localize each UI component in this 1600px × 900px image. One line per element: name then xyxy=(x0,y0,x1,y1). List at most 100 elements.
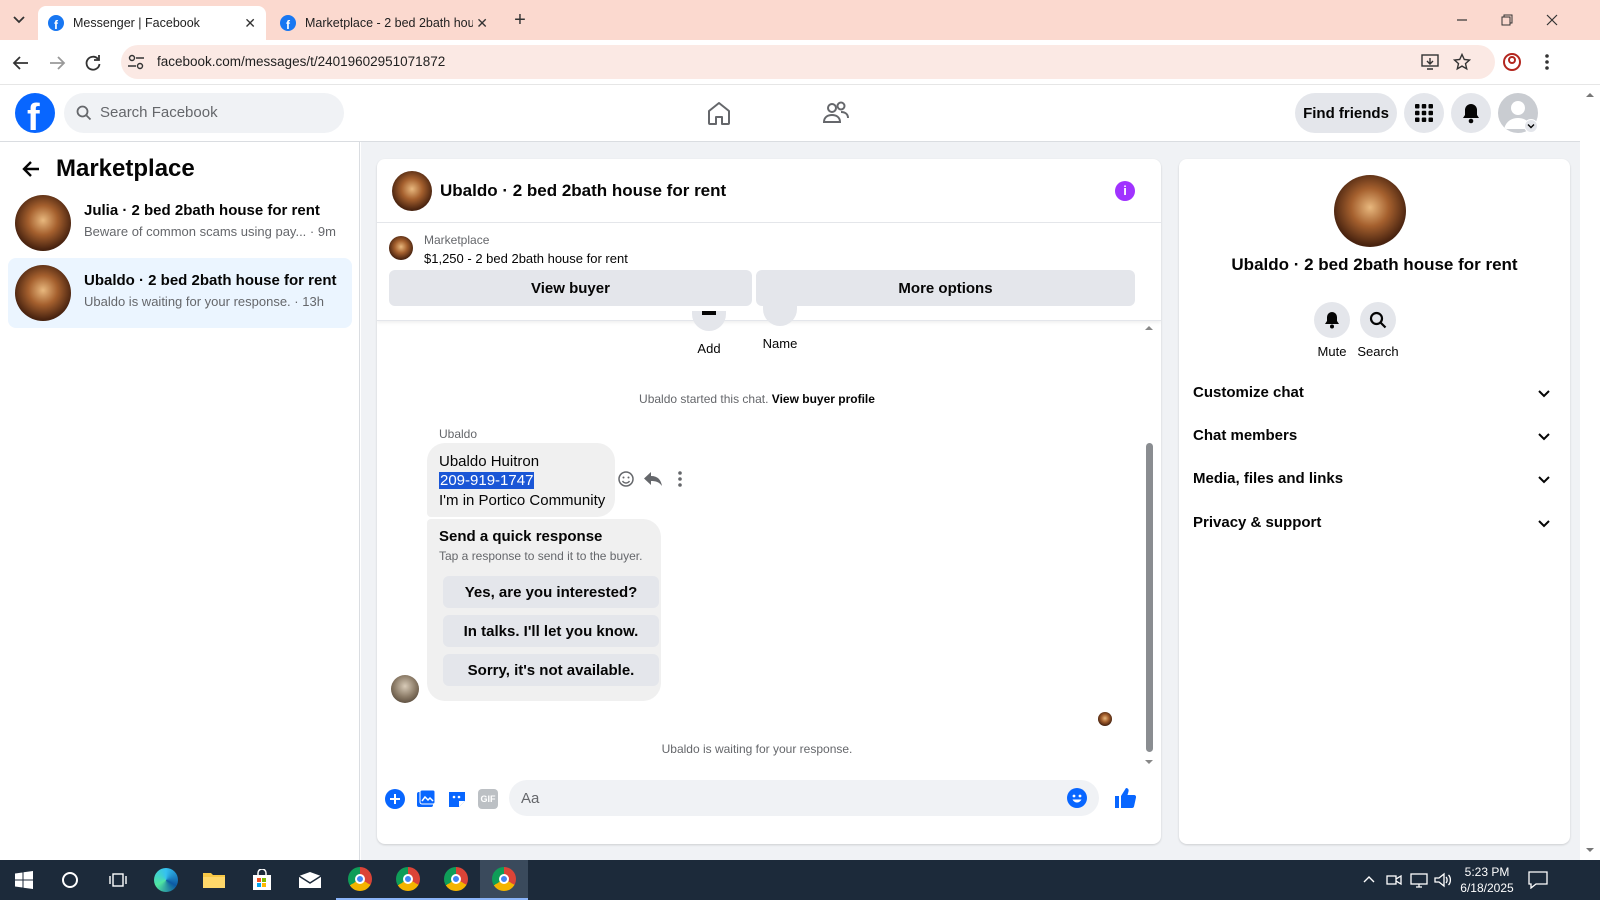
start-button[interactable] xyxy=(0,860,48,900)
task-view-button[interactable] xyxy=(94,860,142,900)
reload-button[interactable] xyxy=(82,52,104,74)
section-media-files-links[interactable]: Media, files and links xyxy=(1193,470,1555,487)
quick-response-label: In talks. I'll let you know. xyxy=(463,622,639,640)
quick-response-title: Send a quick response xyxy=(439,528,603,545)
tab-list-button[interactable] xyxy=(8,10,30,30)
attach-photo-icon[interactable] xyxy=(416,789,436,809)
more-options-button[interactable]: More options xyxy=(756,270,1135,306)
close-tab-icon[interactable]: ✕ xyxy=(476,15,488,32)
chat-scrollbar[interactable] xyxy=(1141,321,1157,769)
mail-app[interactable] xyxy=(286,860,334,900)
browser-menu-icon[interactable] xyxy=(1544,52,1550,72)
home-icon[interactable] xyxy=(706,100,732,126)
chrome-app-2[interactable] xyxy=(384,860,432,900)
task-view-icon xyxy=(109,873,127,887)
more-actions-plus-icon[interactable] xyxy=(385,789,405,809)
edge-icon xyxy=(154,868,178,892)
close-window-button[interactable] xyxy=(1542,10,1562,30)
section-label: Privacy & support xyxy=(1193,514,1322,531)
message-line: I'm in Portico Community xyxy=(439,492,606,509)
page-scrollbar[interactable] xyxy=(1580,85,1600,860)
notifications-button[interactable] xyxy=(1451,93,1491,133)
quick-response-button[interactable]: Sorry, it's not available. xyxy=(443,654,659,686)
tab-title: Messenger | Facebook xyxy=(73,16,200,30)
windows-logo-icon xyxy=(15,871,33,889)
reply-icon[interactable] xyxy=(643,470,663,488)
volume-icon[interactable] xyxy=(1434,872,1452,888)
info-avatar xyxy=(1334,175,1406,247)
tab-messenger[interactable]: f Messenger | Facebook ✕ xyxy=(38,6,266,40)
add-action[interactable]: Add xyxy=(687,304,731,356)
section-chat-members[interactable]: Chat members xyxy=(1193,427,1555,444)
conversation-item[interactable]: Julia · 2 bed 2bath house for rent Bewar… xyxy=(8,188,352,258)
section-privacy-support[interactable]: Privacy & support xyxy=(1193,514,1555,531)
profile-icon[interactable] xyxy=(1502,52,1522,72)
find-friends-button[interactable]: Find friends xyxy=(1295,93,1397,133)
mute-label: Mute xyxy=(1317,344,1347,359)
friends-icon[interactable] xyxy=(822,100,850,126)
chrome-app-active[interactable] xyxy=(480,860,528,900)
search-label: Search xyxy=(1357,344,1399,359)
info-title: Ubaldo · 2 bed 2bath house for rent xyxy=(1231,255,1518,274)
conversation-item-selected[interactable]: Ubaldo · 2 bed 2bath house for rent Ubal… xyxy=(8,258,352,328)
account-chevron-icon[interactable] xyxy=(1524,119,1538,133)
back-arrow-icon[interactable] xyxy=(20,158,42,180)
chevron-down-icon xyxy=(1538,520,1550,528)
chat-avatar[interactable] xyxy=(392,171,432,211)
message-bubble[interactable]: Ubaldo Huitron 209-919-1747 I'm in Porti… xyxy=(427,443,615,517)
chrome-icon xyxy=(396,867,420,891)
install-app-icon[interactable] xyxy=(1421,53,1439,71)
facebook-favicon-icon: f xyxy=(48,15,64,31)
gif-icon[interactable]: GIF xyxy=(478,789,498,809)
network-icon[interactable] xyxy=(1410,872,1428,888)
back-button[interactable] xyxy=(10,52,32,74)
chrome-app-1[interactable] xyxy=(336,860,384,900)
search-facebook-input[interactable]: Search Facebook xyxy=(64,93,344,133)
bookmark-star-icon[interactable] xyxy=(1453,53,1471,71)
quick-response-subtitle: Tap a response to send it to the buyer. xyxy=(439,549,643,563)
chrome-app-3[interactable] xyxy=(432,860,480,900)
address-bar[interactable]: facebook.com/messages/t/2401960295107187… xyxy=(121,45,1495,79)
clock[interactable]: 5:23 PM 6/18/2025 xyxy=(1454,864,1520,896)
search-taskbar-button[interactable] xyxy=(46,860,94,900)
name-action[interactable]: Name xyxy=(755,304,805,352)
menu-grid-button[interactable] xyxy=(1404,93,1444,133)
facebook-logo-icon[interactable]: f xyxy=(15,93,55,133)
forward-button[interactable] xyxy=(46,52,68,74)
section-label: Customize chat xyxy=(1193,384,1304,401)
edge-app[interactable] xyxy=(142,860,190,900)
tray-chevron-icon[interactable] xyxy=(1362,873,1376,887)
started-text: Ubaldo started this chat. xyxy=(639,392,769,406)
sender-avatar[interactable] xyxy=(391,675,419,703)
section-customize-chat[interactable]: Customize chat xyxy=(1193,384,1555,401)
more-actions-icon[interactable] xyxy=(677,470,683,488)
browser-toolbar: facebook.com/messages/t/2401960295107187… xyxy=(0,40,1600,85)
message-input-placeholder: Aa xyxy=(521,790,540,807)
view-buyer-profile-link[interactable]: View buyer profile xyxy=(772,392,875,406)
minimize-window-button[interactable] xyxy=(1452,10,1472,30)
chat-title[interactable]: Ubaldo · 2 bed 2bath house for rent xyxy=(440,181,726,201)
quick-response-button[interactable]: In talks. I'll let you know. xyxy=(443,615,659,647)
file-explorer-app[interactable] xyxy=(190,860,238,900)
quick-response-button[interactable]: Yes, are you interested? xyxy=(443,576,659,608)
mute-button[interactable]: Mute xyxy=(1307,302,1357,359)
emoji-icon[interactable] xyxy=(1067,788,1087,808)
clock-time: 5:23 PM xyxy=(1464,865,1510,879)
view-buyer-button[interactable]: View buyer xyxy=(389,270,752,306)
like-thumb-icon[interactable] xyxy=(1113,786,1137,810)
browser-tab-bar: f Messenger | Facebook ✕ f Marketplace -… xyxy=(0,0,1600,40)
restore-window-button[interactable] xyxy=(1497,10,1517,30)
close-tab-icon[interactable]: ✕ xyxy=(244,15,256,32)
tab-marketplace[interactable]: f Marketplace - 2 bed 2bath hou ✕ xyxy=(270,6,498,40)
minimize-icon xyxy=(1457,19,1467,21)
info-icon[interactable]: i xyxy=(1115,181,1135,201)
store-app[interactable] xyxy=(238,860,286,900)
message-input[interactable]: Aa xyxy=(509,780,1099,816)
notification-center-icon[interactable] xyxy=(1528,871,1548,889)
meet-now-icon[interactable] xyxy=(1386,872,1402,888)
site-info-icon[interactable] xyxy=(127,54,145,70)
search-in-chat-button[interactable]: Search xyxy=(1353,302,1403,359)
react-icon[interactable] xyxy=(617,470,635,488)
new-tab-button[interactable]: + xyxy=(508,8,532,32)
sticker-icon[interactable] xyxy=(447,789,467,809)
